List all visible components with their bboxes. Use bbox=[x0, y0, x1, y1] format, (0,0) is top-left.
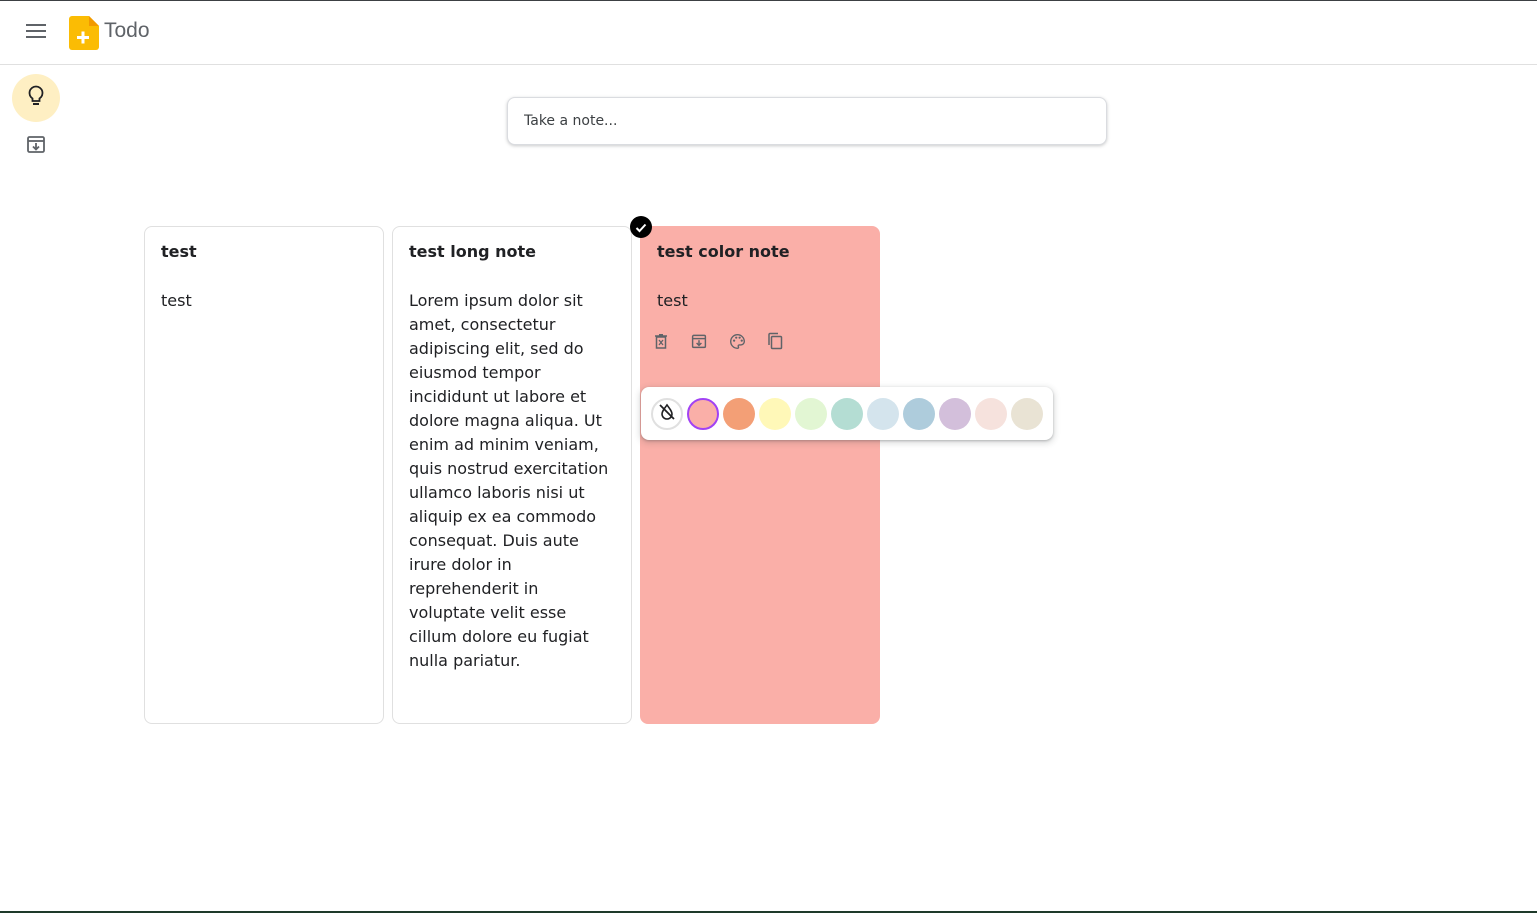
note-title: test bbox=[161, 242, 197, 261]
select-note-checkmark[interactable] bbox=[630, 216, 652, 238]
sidebar-item-notes[interactable] bbox=[12, 74, 60, 122]
swatch-color-3[interactable] bbox=[795, 397, 827, 430]
copy-note-button[interactable] bbox=[764, 332, 786, 354]
swatch-color-1[interactable] bbox=[723, 397, 755, 430]
delete-note-button[interactable] bbox=[650, 332, 672, 354]
top-header: Todo bbox=[0, 1, 1537, 65]
swatch-color-8[interactable] bbox=[975, 397, 1007, 430]
no-color-icon bbox=[658, 403, 676, 425]
app-window: Todo test test test long note Lorem ipsu… bbox=[0, 0, 1537, 913]
swatch-color-6[interactable] bbox=[903, 397, 935, 430]
delete-icon bbox=[654, 333, 668, 353]
swatch-color-7[interactable] bbox=[939, 397, 971, 430]
note-card[interactable]: test long note Lorem ipsum dolor sit ame… bbox=[392, 226, 632, 724]
swatch-color-2[interactable] bbox=[759, 397, 791, 430]
note-title: test color note bbox=[657, 242, 790, 261]
archive-icon bbox=[691, 333, 707, 353]
take-note-input[interactable] bbox=[507, 97, 1107, 145]
sidebar-item-archive[interactable] bbox=[12, 122, 60, 170]
note-action-bar bbox=[650, 331, 786, 355]
hamburger-menu-icon bbox=[26, 23, 46, 42]
lightbulb-icon bbox=[26, 85, 46, 111]
keep-logo-icon bbox=[69, 16, 99, 50]
swatch-color-9[interactable] bbox=[1011, 397, 1043, 430]
note-title: test long note bbox=[409, 242, 537, 261]
archive-icon bbox=[26, 134, 46, 158]
note-card-selected[interactable]: test color note test bbox=[640, 226, 880, 724]
note-body: test bbox=[657, 291, 688, 310]
note-body: Lorem ipsum dolor sit amet, consectetur … bbox=[409, 291, 609, 670]
swatch-color-4[interactable] bbox=[831, 397, 863, 430]
app-title: Todo bbox=[104, 19, 150, 42]
color-palette-popup bbox=[641, 387, 1053, 440]
copy-icon bbox=[767, 332, 783, 354]
checkmark-icon bbox=[635, 218, 647, 237]
change-color-button[interactable] bbox=[726, 332, 748, 354]
archive-note-button[interactable] bbox=[688, 332, 710, 354]
main-menu-button[interactable] bbox=[16, 12, 56, 52]
note-card[interactable]: test test bbox=[144, 226, 384, 724]
swatch-color-5[interactable] bbox=[867, 397, 899, 430]
note-body: test bbox=[161, 291, 192, 310]
palette-icon bbox=[729, 333, 746, 354]
swatch-color-0[interactable] bbox=[687, 397, 719, 430]
swatch-no-color[interactable] bbox=[651, 397, 683, 430]
